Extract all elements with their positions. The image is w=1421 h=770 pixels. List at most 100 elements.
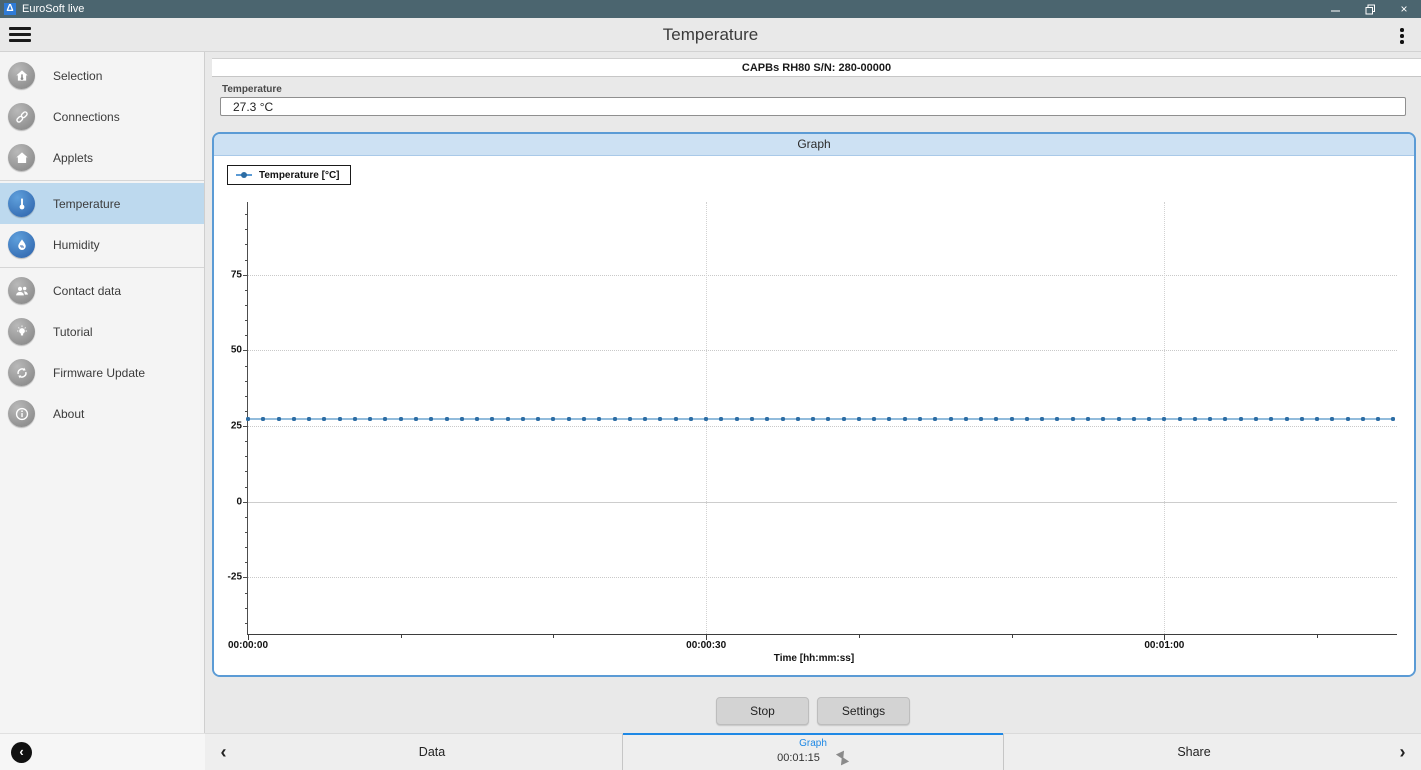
y-minor-tick xyxy=(245,532,248,533)
y-minor-tick xyxy=(245,471,248,472)
temperature-data-point xyxy=(1193,417,1197,421)
y-tick-label: 50 xyxy=(212,345,242,356)
temperature-data-point xyxy=(414,417,418,421)
temperature-data-point xyxy=(750,417,754,421)
main-content: CAPBs RH80 S/N: 280-00000 Temperature Gr… xyxy=(205,52,1421,733)
graph-panel: Graph Temperature [°C] 7550250-2500:00:0… xyxy=(212,132,1416,677)
temperature-value-field[interactable] xyxy=(220,97,1406,116)
plot-area: 7550250-2500:00:0000:00:3000:01:00 xyxy=(247,202,1397,635)
sidebar-item-about[interactable]: About xyxy=(0,393,204,434)
sidebar-item-label: Firmware Update xyxy=(53,366,145,380)
stop-button[interactable]: Stop xyxy=(716,697,809,725)
sidebar-item-label: About xyxy=(53,407,84,421)
prev-tab-arrow-icon[interactable]: ‹ xyxy=(205,734,242,770)
sidebar-item-tutorial[interactable]: Tutorial xyxy=(0,311,204,352)
temperature-data-point xyxy=(1300,417,1304,421)
temperature-data-point xyxy=(1376,417,1380,421)
graph-panel-title: Graph xyxy=(214,134,1414,156)
y-minor-tick xyxy=(245,517,248,518)
applets-icon xyxy=(8,144,35,171)
sidebar-item-connections[interactable]: Connections xyxy=(0,96,204,137)
temperature-icon xyxy=(8,190,35,217)
y-tick-label: 0 xyxy=(212,496,242,507)
temperature-data-point xyxy=(292,417,296,421)
temperature-data-point xyxy=(1178,417,1182,421)
y-gridline xyxy=(248,577,1397,578)
tab-share[interactable]: Share xyxy=(1004,734,1384,770)
sidebar-item-contact-data[interactable]: Contact data xyxy=(0,270,204,311)
y-minor-tick xyxy=(245,381,248,382)
temperature-data-point xyxy=(1254,417,1258,421)
minimize-icon[interactable] xyxy=(1319,0,1353,18)
y-minor-tick xyxy=(245,214,248,215)
x-tick-label: 00:01:00 xyxy=(1144,640,1184,651)
temperature-data-point xyxy=(796,417,800,421)
temperature-data-point xyxy=(506,417,510,421)
temperature-data-point xyxy=(536,417,540,421)
y-tick xyxy=(243,577,248,578)
next-tab-arrow-icon[interactable]: › xyxy=(1384,734,1421,770)
tab-data[interactable]: Data xyxy=(242,734,622,770)
temperature-data-point xyxy=(582,417,586,421)
temperature-data-point xyxy=(1132,417,1136,421)
app-logo-icon: Δ xyxy=(4,3,16,15)
temperature-data-point xyxy=(628,417,632,421)
tab-graph[interactable]: Graph 00:01:15 xyxy=(622,734,1004,770)
sidebar-item-humidity[interactable]: %Humidity xyxy=(0,224,204,265)
close-icon[interactable]: × xyxy=(1387,0,1421,18)
sidebar-item-firmware-update[interactable]: Firmware Update xyxy=(0,352,204,393)
temperature-data-point xyxy=(857,417,861,421)
x-minor-tick xyxy=(859,635,860,638)
temperature-data-point xyxy=(353,417,357,421)
temperature-data-point xyxy=(322,417,326,421)
sidebar-item-temperature[interactable]: Temperature xyxy=(0,183,204,224)
sidebar-divider xyxy=(0,180,204,181)
sidebar-item-label: Connections xyxy=(53,110,120,124)
y-minor-tick xyxy=(245,441,248,442)
temperature-data-point xyxy=(246,417,250,421)
collapse-sidebar-button[interactable]: ‹ xyxy=(11,742,32,763)
app-header: Temperature xyxy=(0,18,1421,52)
temperature-data-point xyxy=(1010,417,1014,421)
y-tick-label: 25 xyxy=(212,421,242,432)
temperature-data-point xyxy=(445,417,449,421)
temperature-data-point xyxy=(399,417,403,421)
y-minor-tick xyxy=(245,411,248,412)
x-minor-tick xyxy=(401,635,402,638)
temperature-data-point xyxy=(781,417,785,421)
restore-icon[interactable] xyxy=(1353,0,1387,18)
temperature-data-point xyxy=(460,417,464,421)
selection-icon xyxy=(8,62,35,89)
temperature-data-point xyxy=(551,417,555,421)
temperature-data-point xyxy=(1239,417,1243,421)
y-tick xyxy=(243,502,248,503)
sidebar-item-label: Selection xyxy=(53,69,102,83)
temperature-data-point xyxy=(735,417,739,421)
temperature-data-point xyxy=(521,417,525,421)
temperature-data-point xyxy=(490,417,494,421)
y-minor-tick xyxy=(245,320,248,321)
temperature-data-point xyxy=(307,417,311,421)
temperature-data-point xyxy=(826,417,830,421)
y-minor-tick xyxy=(245,260,248,261)
temperature-data-point xyxy=(674,417,678,421)
temperature-data-point xyxy=(1162,417,1166,421)
sidebar-item-selection[interactable]: Selection xyxy=(0,55,204,96)
sidebar-item-label: Temperature xyxy=(53,197,120,211)
about-icon xyxy=(8,400,35,427)
temperature-data-point xyxy=(918,417,922,421)
overflow-menu-icon[interactable] xyxy=(1393,26,1411,46)
settings-button[interactable]: Settings xyxy=(817,697,910,725)
page-title: Temperature xyxy=(0,25,1421,45)
sidebar-item-label: Applets xyxy=(53,151,93,165)
y-tick xyxy=(243,275,248,276)
sidebar-item-applets[interactable]: Applets xyxy=(0,137,204,178)
y-tick xyxy=(243,426,248,427)
chart-legend[interactable]: Temperature [°C] xyxy=(227,165,351,185)
x-minor-tick xyxy=(1012,635,1013,638)
svg-text:%: % xyxy=(20,243,24,248)
temperature-data-point xyxy=(1315,417,1319,421)
firmware-update-icon xyxy=(8,359,35,386)
humidity-icon: % xyxy=(8,231,35,258)
temperature-data-point xyxy=(429,417,433,421)
